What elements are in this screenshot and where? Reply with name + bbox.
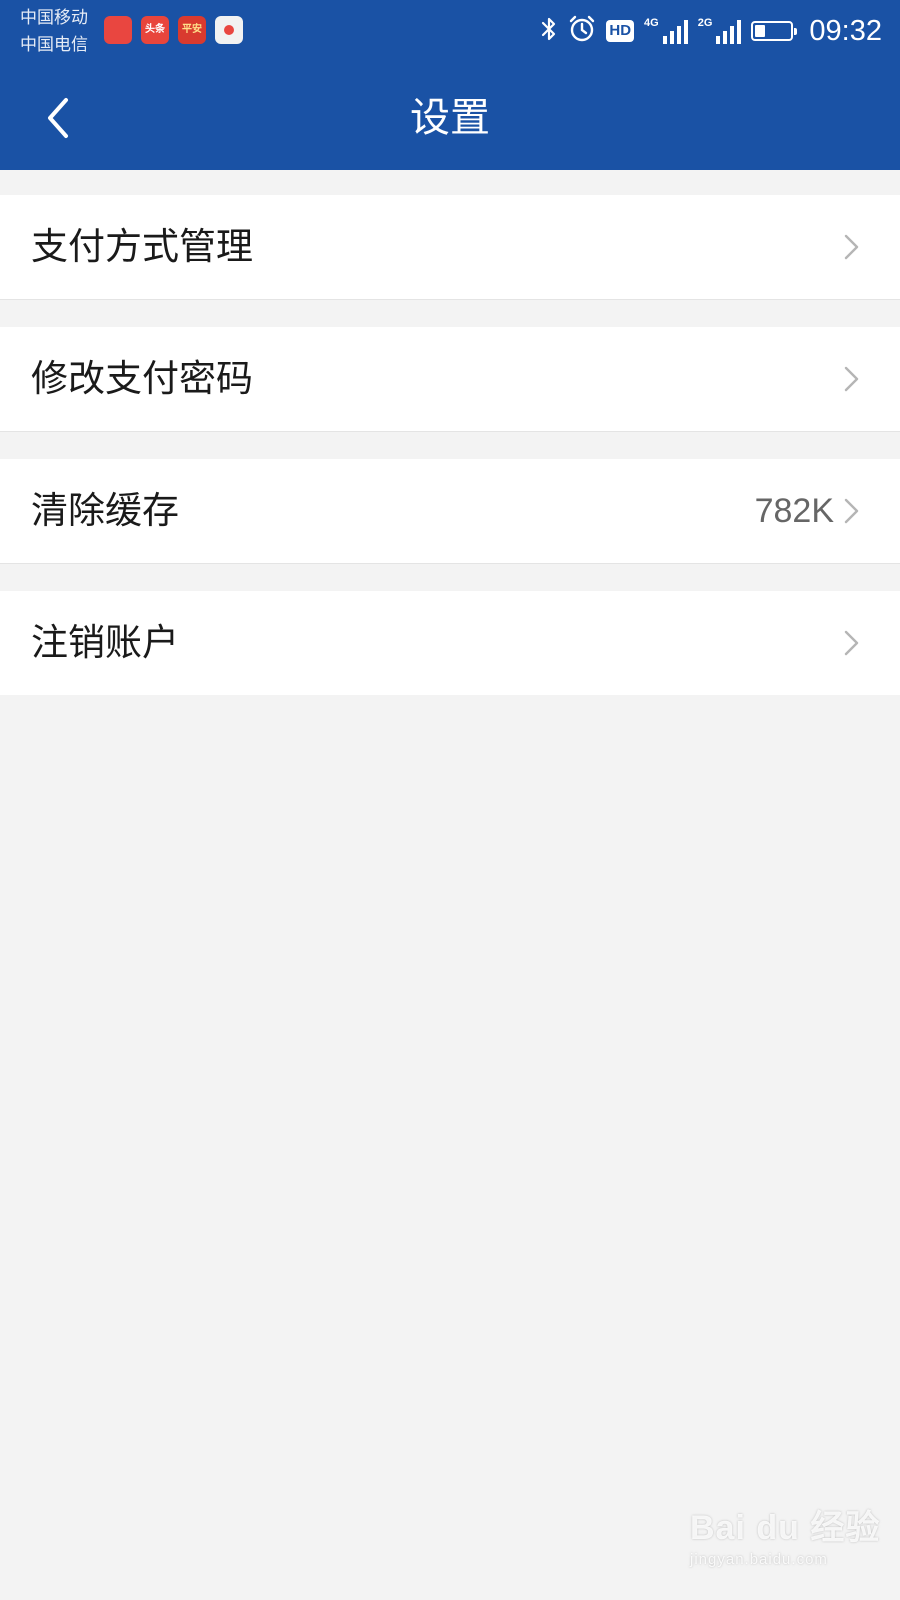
battery-icon — [751, 21, 798, 41]
status-icons: HD 4G 2G 09:32 — [540, 10, 882, 52]
pingan-app-icon: 平安 — [178, 16, 206, 44]
clock: 09:32 — [809, 14, 882, 47]
network-type-1: 4G — [644, 17, 659, 29]
settings-item-label: 清除缓存 — [31, 489, 179, 532]
settings-item-payment-methods[interactable]: 支付方式管理 — [0, 195, 900, 300]
settings-item-cancel-account[interactable]: 注销账户 — [0, 591, 900, 695]
notification-app-icons: 头条 平安 — [104, 16, 243, 44]
watermark-logo: Bai du 经验 — [690, 1509, 881, 1547]
page-title: 设置 — [410, 95, 490, 141]
carrier-2: 中国电信 — [20, 35, 88, 55]
bluetooth-icon — [540, 15, 558, 47]
hd-icon: HD — [606, 20, 635, 42]
chevron-right-icon — [844, 630, 859, 656]
signal-icon — [662, 18, 688, 44]
settings-list: 支付方式管理 修改支付密码 清除缓存 782K 注销账户 — [0, 195, 900, 722]
settings-item-label: 支付方式管理 — [31, 225, 253, 268]
signal-icon — [716, 18, 742, 44]
header: 中国移动 中国电信 头条 平安 HD 4G 2G 09:32 设置 — [0, 0, 900, 170]
battery-level — [755, 25, 766, 37]
cache-size-value: 782K — [754, 492, 834, 530]
app-icon-red — [104, 16, 132, 44]
baidu-jingyan-watermark: Bai du 经验 jingyan.baidu.com — [690, 1500, 880, 1568]
settings-item-label: 修改支付密码 — [31, 357, 253, 400]
carrier-info: 中国移动 中国电信 — [20, 5, 88, 59]
settings-item-label: 注销账户 — [31, 621, 179, 664]
settings-item-clear-cache[interactable]: 清除缓存 782K — [0, 459, 900, 564]
network-type-2: 2G — [697, 17, 713, 29]
alarm-icon — [568, 15, 596, 47]
map-app-icon — [215, 16, 243, 44]
watermark-url: jingyan.baidu.com — [690, 1551, 828, 1568]
settings-item-change-payment-password[interactable]: 修改支付密码 — [0, 327, 900, 432]
carrier-1: 中国移动 — [20, 8, 88, 28]
chevron-right-icon — [844, 366, 859, 392]
chevron-right-icon — [844, 234, 859, 260]
chevron-right-icon — [844, 498, 859, 524]
status-bar: 中国移动 中国电信 头条 平安 HD 4G 2G 09:32 — [0, 0, 900, 62]
toutiao-app-icon: 头条 — [141, 16, 169, 44]
nav-bar: 设置 — [0, 70, 900, 166]
